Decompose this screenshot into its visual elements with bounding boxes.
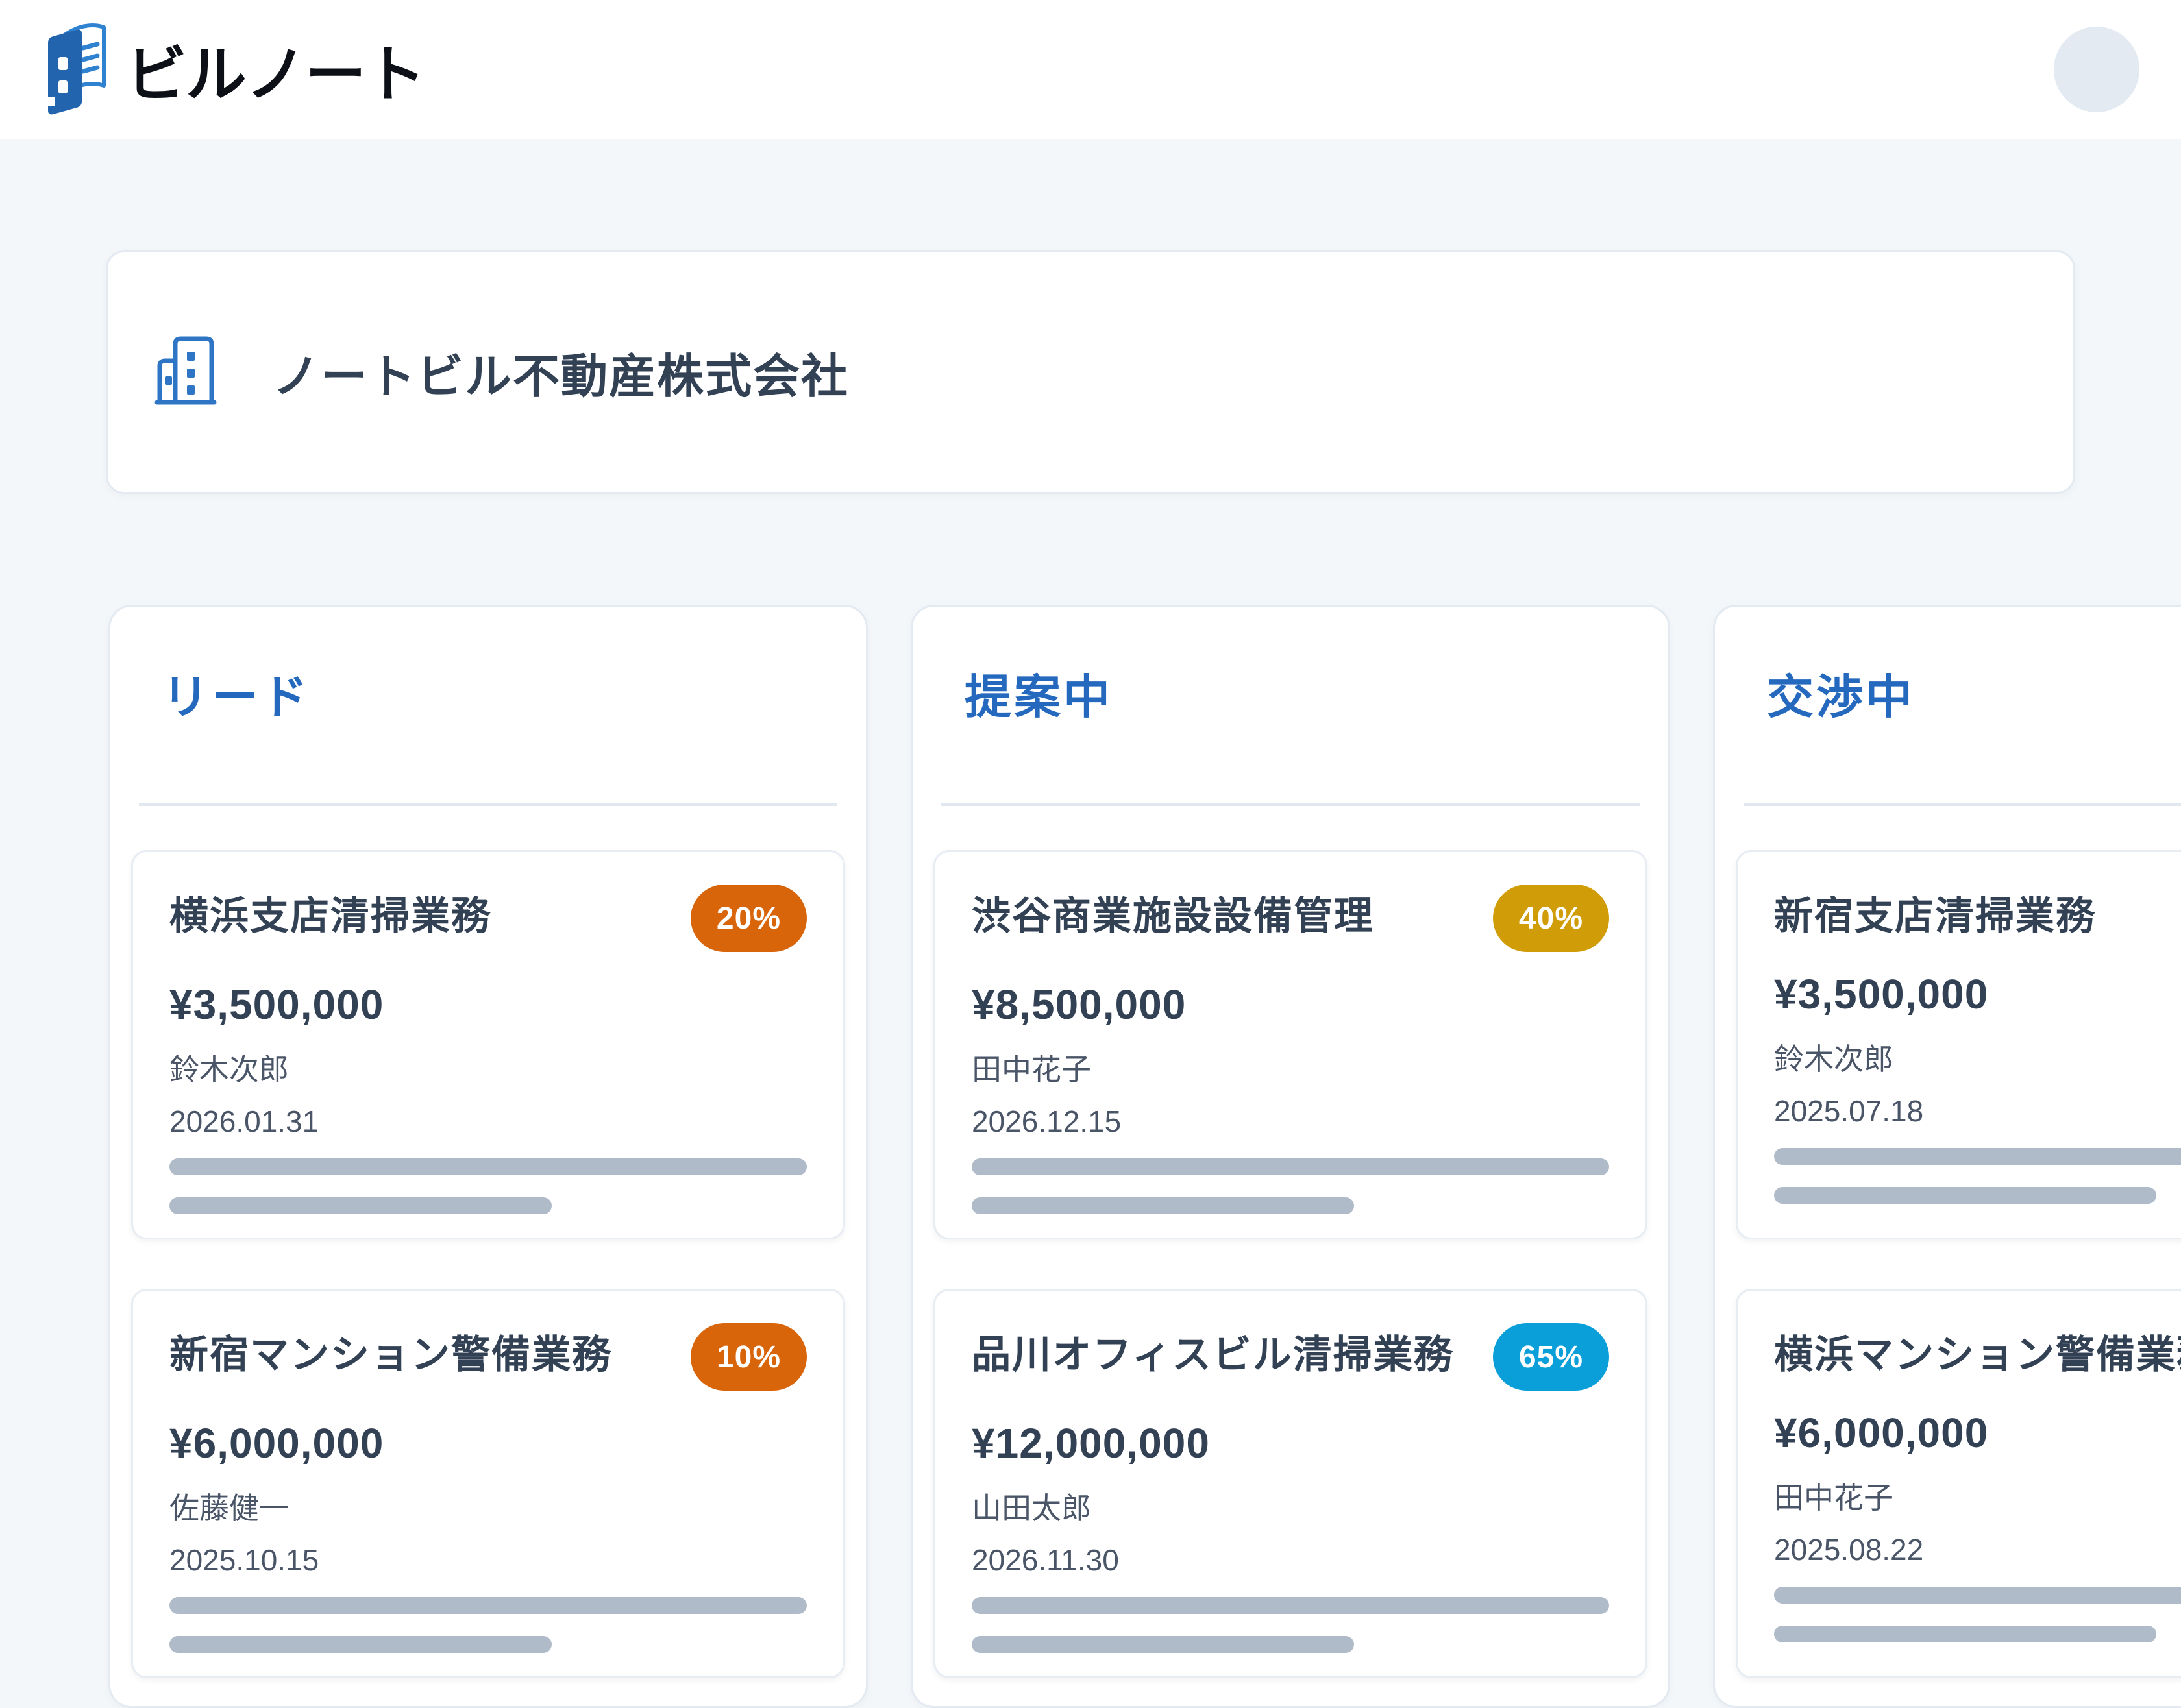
placeholder-bar-short [1774, 1187, 2156, 1204]
deal-title: 横浜マンション警備業務 [1774, 1330, 2181, 1380]
deal-date: 2025.10.15 [169, 1541, 807, 1579]
deal-card[interactable]: 横浜支店清掃業務20%¥3,500,000鈴木次郎2026.01.31 [131, 850, 845, 1239]
deal-card[interactable]: 横浜マンション警備業務 ¥6,000,000 田中花子 2025.08.22 [1736, 1289, 2181, 1678]
placeholder-bar-short [1774, 1626, 2156, 1642]
app-logo-text: ビルノート [126, 25, 425, 114]
deal-title: 横浜支店清掃業務 [169, 891, 491, 942]
deal-amount: ¥12,000,000 [972, 1419, 1609, 1467]
deal-owner: 田中花子 [972, 1051, 1609, 1088]
deal-card[interactable]: 品川オフィスビル清掃業務65%¥12,000,000山田太郎2026.11.30 [933, 1289, 1647, 1678]
column-divider [1744, 803, 2181, 806]
deal-title: 新宿支店清掃業務 [1774, 891, 2096, 942]
deal-title: 品川オフィスビル清掃業務 [972, 1330, 1454, 1380]
deal-title: 渋谷商業施設設備管理 [972, 891, 1374, 942]
column-title: 交渉中 [1767, 659, 2181, 727]
column-divider [941, 803, 1640, 806]
deal-amount: ¥3,500,000 [169, 981, 807, 1029]
deal-amount: ¥6,000,000 [1774, 1409, 2181, 1457]
column-cards: 横浜支店清掃業務20%¥3,500,000鈴木次郎2026.01.31新宿マンシ… [131, 850, 845, 1678]
deal-date: 2025.07.18 [1774, 1092, 2181, 1130]
deal-owner: 佐藤健一 [169, 1489, 807, 1527]
column-cards: 新宿支店清掃業務 ¥3,500,000 鈴木次郎 2025.07.18 横浜マンション警… [1736, 850, 2181, 1678]
deal-date: 2026.01.31 [169, 1103, 807, 1140]
deal-card-top: 渋谷商業施設設備管理40% [972, 891, 1609, 952]
deal-card-top: 横浜支店清掃業務20% [169, 891, 807, 952]
placeholder-bar-long [169, 1158, 807, 1175]
placeholder-bar-long [1774, 1148, 2181, 1165]
deal-title: 新宿マンション警備業務 [169, 1330, 612, 1380]
column-title: リード [162, 659, 814, 727]
placeholder-bar-short [169, 1197, 552, 1214]
placeholder-bar-short [972, 1197, 1354, 1214]
building-icon [153, 335, 218, 409]
deal-owner: 鈴木次郎 [1774, 1040, 2181, 1078]
column-cards: 渋谷商業施設設備管理40%¥8,500,000田中花子2026.12.15品川オ… [933, 850, 1647, 1678]
company-card[interactable]: ノートビル不動産株式会社 [106, 250, 2075, 494]
user-avatar[interactable] [2054, 27, 2139, 112]
deal-owner: 山田太郎 [972, 1489, 1609, 1527]
placeholder-bar-short [972, 1636, 1354, 1653]
probability-badge: 40% [1493, 884, 1609, 952]
deal-card-top: 新宿支店清掃業務 [1774, 891, 2181, 942]
deal-card-top: 新宿マンション警備業務10% [169, 1330, 807, 1391]
pipeline-column: 交渉中新宿支店清掃業務 ¥3,500,000 鈴木次郎 2025.07.18 横浜マンシ… [1713, 605, 2181, 1708]
deal-date: 2026.12.15 [972, 1103, 1609, 1140]
deal-date: 2025.08.22 [1774, 1531, 2181, 1568]
pipeline-column: 提案中渋谷商業施設設備管理40%¥8,500,000田中花子2026.12.15… [911, 605, 1670, 1708]
probability-badge: 65% [1493, 1323, 1609, 1391]
deal-card-top: 横浜マンション警備業務 [1774, 1330, 2181, 1380]
placeholder-bar-long [1774, 1587, 2181, 1604]
deal-card-top: 品川オフィスビル清掃業務65% [972, 1330, 1609, 1391]
deal-owner: 鈴木次郎 [169, 1051, 807, 1088]
pipeline-board: リード横浜支店清掃業務20%¥3,500,000鈴木次郎2026.01.31新宿… [108, 605, 2181, 1708]
deal-card[interactable]: 渋谷商業施設設備管理40%¥8,500,000田中花子2026.12.15 [933, 850, 1647, 1239]
app-logo-icon [42, 19, 109, 120]
deal-card[interactable]: 新宿支店清掃業務 ¥3,500,000 鈴木次郎 2025.07.18 [1736, 850, 2181, 1239]
placeholder-bar-short [169, 1636, 552, 1653]
deal-card[interactable]: 新宿マンション警備業務10%¥6,000,000佐藤健一2025.10.15 [131, 1289, 845, 1678]
deal-amount: ¥6,000,000 [169, 1419, 807, 1467]
placeholder-bar-long [972, 1158, 1609, 1175]
app-logo[interactable]: ビルノート [42, 19, 425, 120]
pipeline-column: リード横浜支店清掃業務20%¥3,500,000鈴木次郎2026.01.31新宿… [108, 605, 868, 1708]
deal-date: 2026.11.30 [972, 1541, 1609, 1579]
deal-owner: 田中花子 [1774, 1479, 2181, 1517]
probability-badge: 10% [691, 1323, 807, 1391]
probability-badge: 20% [691, 884, 807, 952]
company-name: ノートビル不動産株式会社 [273, 338, 849, 406]
column-divider [139, 803, 837, 806]
deal-amount: ¥8,500,000 [972, 981, 1609, 1029]
column-title: 提案中 [965, 659, 1616, 727]
placeholder-bar-long [972, 1597, 1609, 1614]
app-header: ビルノート [0, 0, 2181, 139]
placeholder-bar-long [169, 1597, 807, 1614]
deal-amount: ¥3,500,000 [1774, 970, 2181, 1018]
